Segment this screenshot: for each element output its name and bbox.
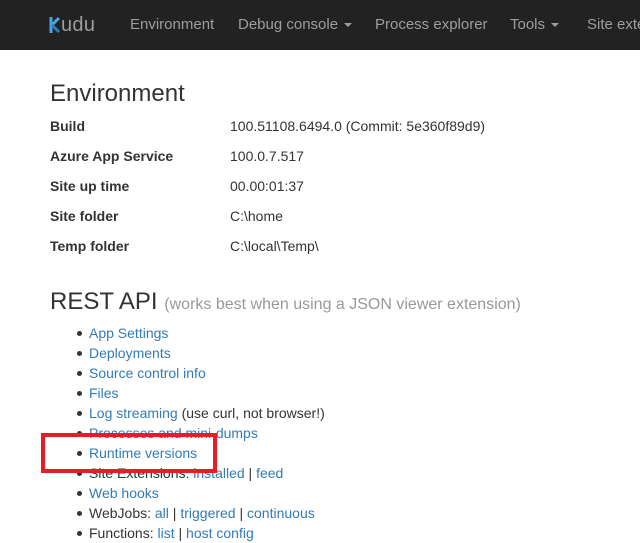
files-link[interactable]: Files	[89, 385, 119, 401]
env-key: Site up time	[50, 178, 130, 194]
log-streaming-note: (use curl, not browser!)	[177, 405, 325, 421]
env-value: C:\home	[230, 208, 283, 224]
functions-list-link[interactable]: list	[157, 525, 174, 541]
processes-link[interactable]: Processes and mini-dumps	[89, 425, 258, 441]
brand-logo[interactable]: udu	[49, 13, 95, 37]
functions-host-config-link[interactable]: host config	[186, 525, 254, 541]
list-item: App Settings	[50, 323, 610, 343]
nav-site-extensions-label: Site exte	[587, 16, 640, 33]
nav-debug-console-label: Debug console	[238, 16, 339, 33]
site-extensions-feed-link[interactable]: feed	[256, 465, 283, 481]
env-key: Temp folder	[50, 238, 130, 254]
list-item: Log streaming (use curl, not browser!)	[50, 403, 610, 423]
list-item: WebJobs: all | triggered | continuous	[50, 503, 610, 523]
nav-process-explorer-label: Process explorer	[375, 16, 488, 33]
app-settings-link[interactable]: App Settings	[89, 325, 168, 341]
list-item: Source control info	[50, 363, 610, 383]
environment-heading: Environment	[50, 80, 185, 107]
env-key: Build	[50, 118, 85, 134]
env-key: Site folder	[50, 208, 119, 224]
caret-down-icon	[344, 23, 353, 28]
env-value: 00.00:01:37	[230, 178, 304, 194]
site-extensions-label: Site Extensions:	[89, 465, 194, 481]
list-item: Web hooks	[50, 483, 610, 503]
separator: |	[244, 465, 257, 481]
env-value: 100.0.7.517	[230, 148, 304, 164]
list-item: Processes and mini-dumps	[50, 423, 610, 443]
env-key: Azure App Service	[50, 148, 174, 164]
webjobs-label: WebJobs:	[89, 505, 155, 521]
log-streaming-link[interactable]: Log streaming	[89, 405, 178, 421]
webjobs-continuous-link[interactable]: continuous	[247, 505, 315, 521]
webjobs-all-link[interactable]: all	[155, 505, 169, 521]
brand-name: udu	[61, 14, 96, 36]
runtime-versions-link[interactable]: Runtime versions	[89, 445, 197, 461]
functions-label: Functions:	[89, 525, 158, 541]
list-item: Runtime versions	[50, 443, 610, 463]
nav-environment[interactable]: Environment	[130, 0, 214, 50]
nav-debug-console[interactable]: Debug console	[238, 0, 353, 50]
nav-environment-label: Environment	[130, 16, 215, 33]
nav-site-extensions[interactable]: Site exte	[587, 0, 640, 50]
nav-tools[interactable]: Tools	[510, 0, 560, 50]
list-item: Deployments	[50, 343, 610, 363]
rest-api-title: REST API	[50, 288, 158, 315]
rest-api-heading: REST API (works best when using a JSON v…	[50, 288, 521, 316]
separator: |	[168, 505, 181, 521]
list-item: Files	[50, 383, 610, 403]
source-control-info-link[interactable]: Source control info	[89, 365, 206, 381]
rest-api-note: (works best when using a JSON viewer ext…	[164, 296, 521, 313]
env-value: C:\local\Temp\	[230, 238, 319, 254]
deployments-link[interactable]: Deployments	[89, 345, 171, 361]
site-extensions-installed-link[interactable]: installed	[193, 465, 244, 481]
nav-process-explorer[interactable]: Process explorer	[375, 0, 488, 50]
list-item: Functions: list | host config	[50, 523, 610, 543]
rest-api-list: App Settings Deployments Source control …	[50, 323, 610, 543]
top-navbar: udu Environment Debug console Process ex…	[0, 0, 640, 50]
list-item: Site Extensions: installed | feed	[50, 463, 610, 483]
web-hooks-link[interactable]: Web hooks	[89, 485, 159, 501]
kudu-logo-icon	[49, 16, 61, 34]
webjobs-triggered-link[interactable]: triggered	[180, 505, 235, 521]
caret-down-icon	[551, 23, 560, 28]
env-value: 100.51108.6494.0 (Commit: 5e360f89d9)	[230, 118, 486, 134]
separator: |	[235, 505, 248, 521]
separator: |	[174, 525, 187, 541]
nav-tools-label: Tools	[510, 16, 546, 33]
